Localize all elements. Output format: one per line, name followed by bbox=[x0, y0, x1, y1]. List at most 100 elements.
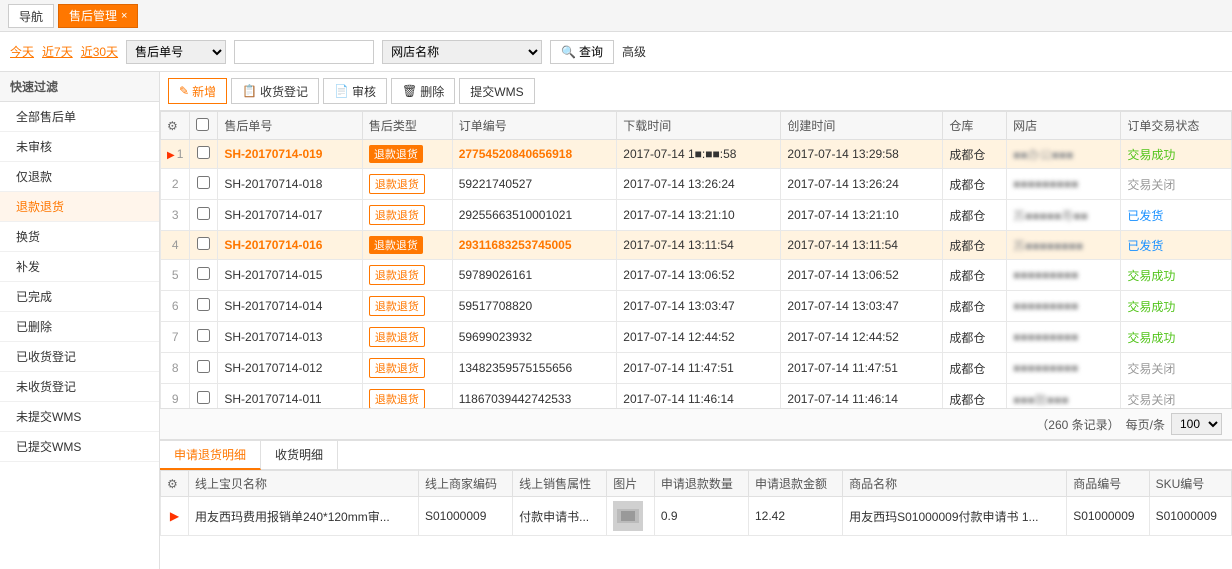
sidebar-item-deleted[interactable]: 已删除 bbox=[0, 312, 159, 342]
brow-arrow: ▶ bbox=[161, 497, 189, 536]
bottom-table-row[interactable]: ▶ 用友西玛费用报销单240*120mm审... S01000009 付款申请书… bbox=[161, 497, 1232, 536]
sidebar-item-refund-return[interactable]: 退款退货 bbox=[0, 192, 159, 222]
row-download-time: 2017-07-14 11:47:51 bbox=[617, 353, 781, 384]
field-select-wrap: 售后单号 bbox=[126, 40, 226, 64]
row-store: ■■■■■■■■■ bbox=[1007, 169, 1121, 200]
sidebar-item-supplement[interactable]: 补发 bbox=[0, 252, 159, 282]
row-type: 退款退货 bbox=[362, 291, 452, 322]
row-store: 苏■■■■■■■■ bbox=[1007, 231, 1121, 260]
add-button[interactable]: ✎ 新增 bbox=[168, 78, 227, 104]
row-store: ■■■■■■■■■ bbox=[1007, 353, 1121, 384]
row-settings: 2 bbox=[161, 169, 190, 200]
select-all-checkbox[interactable] bbox=[196, 118, 209, 131]
row-download-time: 2017-07-14 13:11:54 bbox=[617, 231, 781, 260]
main-table-wrap: ⚙ 售后单号 售后类型 订单编号 下载时间 创建时间 仓库 网店 订单交易状态 … bbox=[160, 111, 1232, 408]
row-order-no: 27754520840656918 bbox=[452, 140, 617, 169]
receive-icon: 📋 bbox=[242, 84, 257, 98]
row-warehouse: 成都仓 bbox=[943, 291, 1007, 322]
col-id: 售后单号 bbox=[218, 112, 363, 140]
settings-icon[interactable]: ⚙ bbox=[167, 119, 178, 133]
nav-back-button[interactable]: 导航 bbox=[8, 4, 54, 28]
bcol-sku-no: SKU编号 bbox=[1149, 471, 1231, 497]
active-tab[interactable]: 售后管理 × bbox=[58, 4, 138, 28]
row-create-time: 2017-07-14 11:47:51 bbox=[781, 353, 943, 384]
table-row[interactable]: 4 SH-20170714-016 退款退货 29311683253745005… bbox=[161, 231, 1232, 260]
submit-wms-button[interactable]: 提交WMS bbox=[459, 78, 534, 104]
row-checkbox[interactable] bbox=[190, 291, 218, 322]
sidebar-item-completed[interactable]: 已完成 bbox=[0, 282, 159, 312]
row-checkbox[interactable] bbox=[190, 260, 218, 291]
audit-icon: 📄 bbox=[334, 84, 349, 98]
sidebar: 快速过滤 全部售后单 未审核 仅退款 退款退货 换货 补发 已完成 已删除 已收… bbox=[0, 72, 160, 569]
brow-qty: 0.9 bbox=[654, 497, 748, 536]
table-row[interactable]: 8 SH-20170714-012 退款退货 13482359575155656… bbox=[161, 353, 1232, 384]
row-settings: 3 bbox=[161, 200, 190, 231]
row-create-time: 2017-07-14 13:21:10 bbox=[781, 200, 943, 231]
row-create-time: 2017-07-14 13:26:24 bbox=[781, 169, 943, 200]
row-checkbox[interactable] bbox=[190, 231, 218, 260]
sidebar-item-received[interactable]: 已收货登记 bbox=[0, 342, 159, 372]
bcol-goods-name: 商品名称 bbox=[843, 471, 1067, 497]
table-row[interactable]: 6 SH-20170714-014 退款退货 59517708820 2017-… bbox=[161, 291, 1232, 322]
sidebar-item-unreviewed[interactable]: 未审核 bbox=[0, 132, 159, 162]
table-row[interactable]: 2 SH-20170714-018 退款退货 59221740527 2017-… bbox=[161, 169, 1232, 200]
row-settings: 9 bbox=[161, 384, 190, 409]
delete-button[interactable]: 🗑 删除 bbox=[391, 78, 455, 104]
row-checkbox[interactable] bbox=[190, 169, 218, 200]
row-checkbox[interactable] bbox=[190, 353, 218, 384]
row-warehouse: 成都仓 bbox=[943, 384, 1007, 409]
row-status: 交易关闭 bbox=[1121, 384, 1232, 409]
table-row[interactable]: ▶1 SH-20170714-019 退款退货 2775452084065691… bbox=[161, 140, 1232, 169]
tab-close-button[interactable]: × bbox=[121, 10, 127, 22]
filter-7days[interactable]: 近7天 bbox=[42, 43, 73, 60]
row-id: SH-20170714-011 bbox=[218, 384, 363, 409]
row-checkbox[interactable] bbox=[190, 140, 218, 169]
row-type: 退款退货 bbox=[362, 353, 452, 384]
col-status: 订单交易状态 bbox=[1121, 112, 1232, 140]
row-type: 退款退货 bbox=[362, 169, 452, 200]
row-settings: 7 bbox=[161, 322, 190, 353]
row-checkbox[interactable] bbox=[190, 200, 218, 231]
receive-register-button[interactable]: 📋 收货登记 bbox=[231, 78, 319, 104]
audit-button[interactable]: 📄 审核 bbox=[323, 78, 387, 104]
per-page-select[interactable]: 100 bbox=[1171, 413, 1222, 435]
query-button[interactable]: 🔍 查询 bbox=[550, 40, 614, 64]
sidebar-item-not-received[interactable]: 未收货登记 bbox=[0, 372, 159, 402]
toolbar: ✎ 新增 📋 收货登记 📄 审核 🗑 删除 提交WMS bbox=[160, 72, 1232, 111]
col-store: 网店 bbox=[1007, 112, 1121, 140]
table-row[interactable]: 7 SH-20170714-013 退款退货 59699023932 2017-… bbox=[161, 322, 1232, 353]
advanced-button[interactable]: 高级 bbox=[622, 43, 646, 60]
bcol-name: 线上宝贝名称 bbox=[189, 471, 419, 497]
row-status: 交易成功 bbox=[1121, 291, 1232, 322]
filter-today[interactable]: 今天 bbox=[10, 43, 34, 60]
table-row[interactable]: 5 SH-20170714-015 退款退货 59789026161 2017-… bbox=[161, 260, 1232, 291]
bottom-settings-icon[interactable]: ⚙ bbox=[167, 477, 178, 491]
row-store: ■■■■■■■■■ bbox=[1007, 322, 1121, 353]
sidebar-item-exchange[interactable]: 换货 bbox=[0, 222, 159, 252]
table-row[interactable]: 3 SH-20170714-017 退款退货 29255663510001021… bbox=[161, 200, 1232, 231]
row-checkbox[interactable] bbox=[190, 322, 218, 353]
row-create-time: 2017-07-14 13:29:58 bbox=[781, 140, 943, 169]
sidebar-item-refund-only[interactable]: 仅退款 bbox=[0, 162, 159, 192]
row-checkbox[interactable] bbox=[190, 384, 218, 409]
sidebar-item-submitted-wms[interactable]: 已提交WMS bbox=[0, 432, 159, 462]
row-download-time: 2017-07-14 13:21:10 bbox=[617, 200, 781, 231]
bcol-qty: 申请退款数量 bbox=[654, 471, 748, 497]
store-select[interactable]: 网店名称 bbox=[382, 40, 542, 64]
bcol-img: 图片 bbox=[607, 471, 655, 497]
field-select[interactable]: 售后单号 bbox=[126, 40, 226, 64]
row-status: 交易成功 bbox=[1121, 260, 1232, 291]
search-input[interactable] bbox=[234, 40, 374, 64]
sidebar-item-not-submitted-wms[interactable]: 未提交WMS bbox=[0, 402, 159, 432]
main-table: ⚙ 售后单号 售后类型 订单编号 下载时间 创建时间 仓库 网店 订单交易状态 … bbox=[160, 111, 1232, 408]
tab-refund-detail[interactable]: 申请退货明细 bbox=[160, 441, 261, 470]
product-thumbnail bbox=[613, 501, 643, 531]
table-row[interactable]: 9 SH-20170714-011 退款退货 11867039442742533… bbox=[161, 384, 1232, 409]
row-warehouse: 成都仓 bbox=[943, 140, 1007, 169]
sidebar-item-all[interactable]: 全部售后单 bbox=[0, 102, 159, 132]
row-order-no: 59699023932 bbox=[452, 322, 617, 353]
row-order-no: 59221740527 bbox=[452, 169, 617, 200]
row-status: 已发货 bbox=[1121, 231, 1232, 260]
tab-receive-detail[interactable]: 收货明细 bbox=[261, 441, 338, 469]
filter-30days[interactable]: 近30天 bbox=[81, 43, 118, 60]
